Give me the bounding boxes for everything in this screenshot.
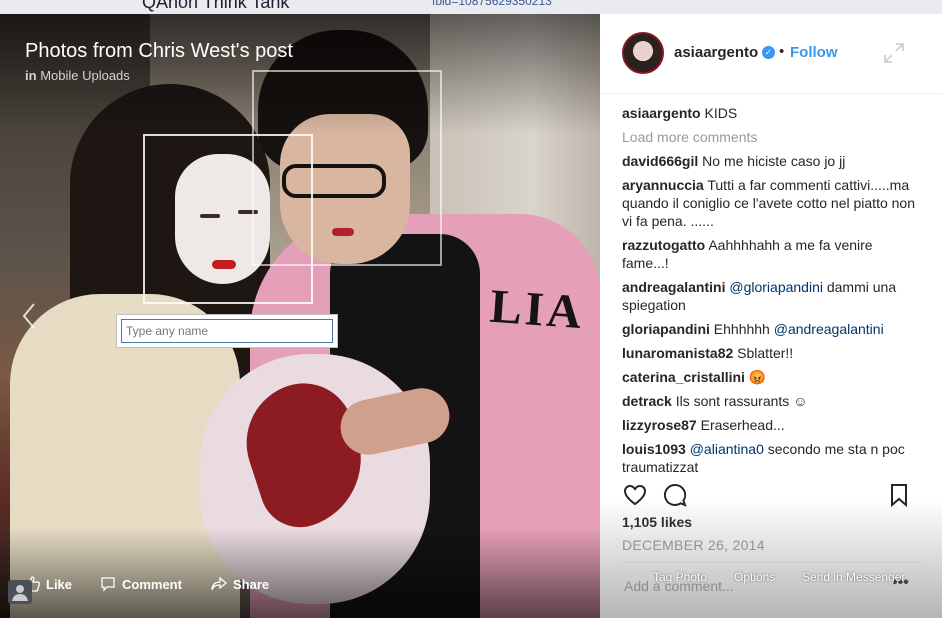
comment-text: Sblatter!!: [737, 345, 794, 361]
album-prefix: in: [25, 68, 37, 83]
load-more-comments-link[interactable]: Load more comments: [622, 128, 922, 146]
tag-photo-link[interactable]: Tag Photo: [653, 570, 707, 584]
album-line: in Mobile Uploads: [25, 68, 130, 83]
background-group-heading: QAnon Think Tank: [142, 0, 290, 12]
comment-item: razzutogatto Aahhhhahh a me fa venire fa…: [622, 236, 922, 272]
avatar[interactable]: [622, 32, 664, 74]
profile-badge-icon: [8, 580, 32, 604]
comment-text: No me hiciste caso jo jj: [702, 153, 846, 169]
comment-label: Comment: [122, 576, 182, 592]
verified-badge-icon: ✓: [762, 46, 775, 59]
photo-actions-bar: Like Comment Share: [0, 576, 600, 600]
share-arrow-icon: [211, 576, 227, 591]
comment-user[interactable]: razzutogatto: [622, 237, 705, 253]
comment-user[interactable]: lizzyrose87: [622, 417, 697, 433]
comment-text: Eraserhead...: [700, 417, 785, 433]
follow-button[interactable]: Follow: [790, 44, 838, 61]
separator-dot: •: [779, 43, 785, 60]
comment-item: gloriapandini Ehhhhhh @andreagalantini: [622, 320, 922, 338]
post-date: DECEMBER 26, 2014: [622, 537, 765, 553]
comment-item: caterina_cristallini 😡: [622, 368, 922, 386]
comment-user[interactable]: andreagalantini: [622, 279, 725, 295]
comment-user[interactable]: louis1093: [622, 441, 686, 457]
comment-button[interactable]: Comment: [100, 576, 182, 592]
chevron-right-icon[interactable]: [890, 288, 904, 323]
caption: asiaargento KIDS: [622, 104, 922, 122]
comment-mention[interactable]: @andreagalantini: [774, 321, 884, 337]
caption-user[interactable]: asiaargento: [622, 105, 701, 121]
expand-icon[interactable]: [883, 42, 905, 64]
like-label: Like: [46, 576, 73, 592]
comment-mention[interactable]: @gloriapandini: [729, 279, 823, 295]
face-tag-box-active[interactable]: [143, 134, 313, 304]
tag-name-panel: [116, 314, 338, 348]
comment-item: aryannuccia Tutti a far commenti cattivi…: [622, 176, 922, 230]
album-link[interactable]: Mobile Uploads: [40, 68, 130, 83]
comment-item: lunaromanista82 Sblatter!!: [622, 344, 922, 362]
comment-mention[interactable]: @aliantina0: [690, 441, 764, 457]
background-url-fragment: fbid=10875629350213: [432, 0, 552, 8]
comment-user[interactable]: detrack: [622, 393, 672, 409]
caption-text: KIDS: [704, 105, 738, 121]
post-header: asiaargento ✓ • Follow: [600, 14, 942, 94]
comment-item: lizzyrose87 Eraserhead...: [622, 416, 922, 434]
comment-bubble-icon: [101, 577, 115, 592]
photo-footer-links: Tag Photo Options Send in Messenger: [600, 570, 942, 588]
comment-user[interactable]: lunaromanista82: [622, 345, 733, 361]
comment-text: 😡: [748, 369, 767, 385]
share-label: Share: [233, 576, 270, 592]
bookmark-icon[interactable]: [886, 482, 912, 508]
options-link[interactable]: Options: [734, 570, 775, 584]
comment-user[interactable]: aryannuccia: [622, 177, 704, 193]
comment-item: david666gil No me hiciste caso jo jj: [622, 152, 922, 170]
comment-user[interactable]: caterina_cristallini: [622, 369, 745, 385]
comment-text: Ils sont rassurants ☺: [675, 393, 808, 409]
photo-title: Photos from Chris West's post: [25, 40, 293, 62]
chevron-left-icon[interactable]: [22, 302, 36, 337]
tag-name-input[interactable]: [121, 319, 333, 343]
comment-user[interactable]: gloriapandini: [622, 321, 710, 337]
comment-item: louis1093 @aliantina0 secondo me sta n p…: [622, 440, 922, 474]
comment-item: detrack Ils sont rassurants ☺: [622, 392, 922, 410]
share-button[interactable]: Share: [211, 576, 269, 592]
comment-user[interactable]: david666gil: [622, 153, 698, 169]
post-actions: [622, 482, 922, 510]
comments-list: asiaargento KIDS Load more comments davi…: [622, 104, 922, 474]
comment-item: andreagalantini @gloriapandini dammi una…: [622, 278, 922, 314]
comment-icon[interactable]: [662, 482, 688, 508]
background-page: QAnon Think Tank fbid=10875629350213: [0, 0, 942, 14]
account-name[interactable]: asiaargento: [674, 44, 758, 61]
heart-icon[interactable]: [622, 482, 648, 508]
likes-count[interactable]: 1,105 likes: [622, 514, 692, 530]
send-in-messenger-link[interactable]: Send in Messenger: [802, 570, 905, 584]
comment-text: Ehhhhhh: [713, 321, 770, 337]
photo-stage: LIA Photos from Chris West's post in Mob…: [0, 14, 600, 618]
